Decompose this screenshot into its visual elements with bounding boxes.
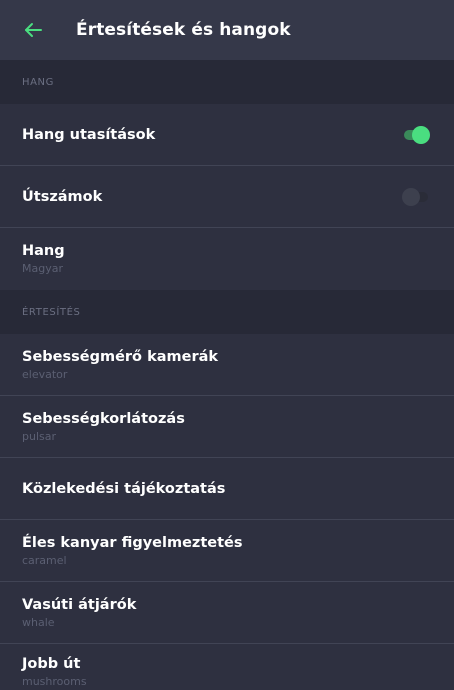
settings-screen: Értesítések és hangok HANG Hang utasítás… (0, 0, 454, 690)
row-sharp-turn[interactable]: Éles kanyar figyelmeztetés caramel (0, 520, 454, 582)
row-speed-cameras[interactable]: Sebességmérő kamerák elevator (0, 334, 454, 396)
app-bar: Értesítések és hangok (0, 0, 454, 60)
row-railway-crossings[interactable]: Vasúti átjárók whale (0, 582, 454, 644)
road-numbers-toggle[interactable] (402, 187, 430, 207)
row-voice[interactable]: Hang Magyar (0, 228, 454, 290)
back-button[interactable] (20, 17, 46, 43)
row-title: Hang (22, 243, 65, 259)
row-title: Jobb út (22, 656, 81, 672)
section-header-ertesites: ÉRTESÍTÉS (0, 290, 454, 334)
section-header-hang: HANG (0, 60, 454, 104)
row-subtitle: caramel (22, 553, 67, 567)
row-title: Közlekedési tájékoztatás (22, 480, 226, 497)
row-speed-limits[interactable]: Sebességkorlátozás pulsar (0, 396, 454, 458)
row-subtitle: Magyar (22, 262, 63, 275)
page-title: Értesítések és hangok (76, 20, 291, 40)
row-title: Hang utasítások (22, 126, 156, 143)
row-title: Útszámok (22, 188, 103, 205)
row-subtitle: whale (22, 615, 55, 629)
row-subtitle: pulsar (22, 429, 57, 443)
voice-instructions-toggle[interactable] (402, 125, 430, 145)
row-right-way[interactable]: Jobb út mushrooms (0, 644, 454, 690)
row-road-numbers[interactable]: Útszámok (0, 166, 454, 228)
toggle-knob (412, 125, 430, 144)
row-subtitle: elevator (22, 367, 68, 381)
row-traffic-info[interactable]: Közlekedési tájékoztatás (0, 458, 454, 520)
row-title: Vasúti átjárók (22, 596, 137, 613)
row-title: Sebességmérő kamerák (22, 348, 219, 365)
arrow-left-icon (24, 22, 42, 38)
toggle-knob (402, 187, 420, 206)
row-title: Éles kanyar figyelmeztetés (22, 534, 243, 551)
row-subtitle: mushrooms (22, 675, 87, 688)
row-title: Sebességkorlátozás (22, 410, 185, 427)
row-voice-instructions[interactable]: Hang utasítások (0, 104, 454, 166)
